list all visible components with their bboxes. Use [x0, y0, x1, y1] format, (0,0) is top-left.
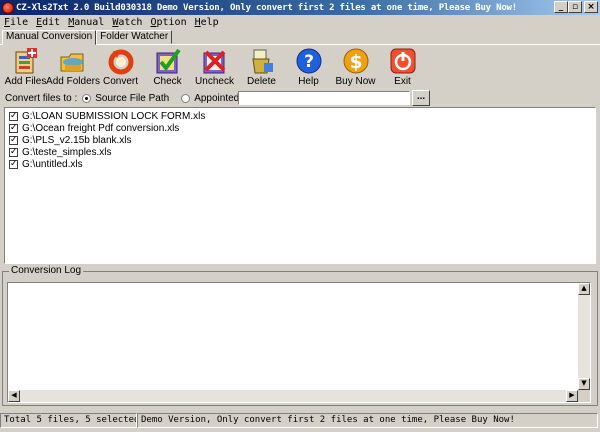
conversion-log-group: Conversion Log ▲ ▼ ◀ ▶ — [2, 265, 598, 406]
window-controls: _ ▫ × — [554, 1, 598, 13]
delete-button[interactable]: Delete — [238, 47, 285, 89]
file-name: G:\teste_simples.xls — [22, 146, 112, 158]
convert-label: Convert — [102, 76, 138, 87]
file-checkbox[interactable]: ✓ — [9, 159, 18, 169]
source-path-label: Source File Path — [95, 92, 170, 104]
menu-help[interactable]: Help — [191, 17, 223, 28]
delete-icon — [248, 47, 276, 75]
tab-manual-conversion[interactable]: Manual Conversion — [2, 30, 97, 45]
convert-icon — [107, 47, 135, 75]
add-files-icon — [12, 47, 40, 75]
scroll-right-button[interactable]: ▶ — [566, 390, 578, 402]
file-checkbox[interactable]: ✓ — [9, 111, 18, 121]
add-folders-button[interactable]: Add Folders — [46, 47, 100, 89]
add-files-label: Add Files — [4, 76, 47, 87]
status-bar: Total 5 files, 5 selected Demo Version, … — [0, 413, 600, 429]
list-item[interactable]: ✓ G:\teste_simples.xls — [9, 146, 591, 158]
conversion-log-text[interactable]: ▲ ▼ ◀ ▶ — [7, 282, 591, 403]
convert-files-label: Convert files to : — [5, 92, 78, 104]
exit-label: Exit — [394, 76, 411, 87]
tab-folder-watcher[interactable]: Folder Watcher — [96, 30, 173, 44]
menu-watch[interactable]: Watch — [108, 17, 146, 28]
close-button[interactable]: × — [584, 1, 598, 13]
window-title: CZ-Xls2Txt 2.0 Build030318 Demo Version,… — [16, 2, 517, 13]
log-horizontal-scrollbar[interactable]: ◀ ▶ — [8, 390, 578, 402]
scroll-down-button[interactable]: ▼ — [578, 378, 590, 390]
uncheck-button[interactable]: Uncheck — [191, 47, 238, 89]
conversion-log-title: Conversion Log — [9, 265, 84, 276]
scroll-corner — [578, 390, 590, 402]
file-name: G:\PLS_v2.15b blank.xls — [22, 134, 132, 146]
list-item[interactable]: ✓ G:\LOAN SUBMISSION LOCK FORM.xls — [9, 110, 591, 122]
menu-edit[interactable]: Edit — [32, 17, 64, 28]
scroll-up-button[interactable]: ▲ — [578, 283, 590, 295]
file-checkbox[interactable]: ✓ — [9, 123, 18, 133]
check-icon — [154, 47, 182, 75]
list-item[interactable]: ✓ G:\PLS_v2.15b blank.xls — [9, 134, 591, 146]
add-files-button[interactable]: Add Files — [2, 47, 49, 89]
file-checkbox[interactable]: ✓ — [9, 147, 18, 157]
file-name: G:\Ocean freight Pdf conversion.xls — [22, 122, 180, 134]
menu-file[interactable]: File — [0, 17, 32, 28]
help-label: Help — [298, 76, 319, 87]
svg-text:$: $ — [349, 51, 362, 73]
source-path-option[interactable]: Source File Path — [82, 93, 169, 104]
add-folders-icon — [59, 47, 87, 75]
list-item[interactable]: ✓ G:\untitled.xls — [9, 158, 591, 170]
file-checkbox[interactable]: ✓ — [9, 135, 18, 145]
appointed-path-input[interactable] — [238, 91, 410, 105]
svg-text:?: ? — [304, 52, 314, 72]
convert-button[interactable]: Convert — [97, 47, 144, 89]
delete-label: Delete — [247, 76, 276, 87]
file-name: G:\LOAN SUBMISSION LOCK FORM.xls — [22, 110, 206, 122]
tab-strip: Manual Conversion Folder Watcher — [2, 30, 173, 45]
toolbar: Add Files Add Folders Convert Check Unch… — [2, 47, 432, 89]
exit-button[interactable]: Exit — [379, 47, 426, 89]
status-message: Demo Version, Only convert first 2 files… — [137, 413, 598, 428]
minimize-button[interactable]: _ — [554, 1, 568, 13]
check-label: Check — [153, 76, 182, 87]
convert-options: Convert files to : Source File Path Appo… — [0, 90, 600, 106]
file-name: G:\untitled.xls — [22, 158, 83, 170]
file-list[interactable]: ✓ G:\LOAN SUBMISSION LOCK FORM.xls ✓ G:\… — [4, 107, 596, 264]
buy-now-label: Buy Now — [335, 76, 376, 87]
source-path-radio[interactable] — [82, 93, 92, 103]
exit-icon — [389, 47, 417, 75]
menu-manual[interactable]: Manual — [64, 17, 108, 28]
status-summary: Total 5 files, 5 selected — [0, 413, 137, 428]
app-icon[interactable] — [2, 1, 14, 14]
maximize-button[interactable]: ▫ — [568, 1, 582, 13]
log-vertical-scrollbar[interactable]: ▲ ▼ — [578, 283, 590, 390]
help-button[interactable]: ? Help — [285, 47, 332, 89]
menu-bar: File Edit Manual Watch Option Help — [0, 15, 600, 29]
check-button[interactable]: Check — [144, 47, 191, 89]
add-folders-label: Add Folders — [46, 76, 100, 87]
appointed-path-radio[interactable] — [181, 93, 191, 103]
browse-button[interactable]: ... — [412, 90, 430, 106]
list-item[interactable]: ✓ G:\Ocean freight Pdf conversion.xls — [9, 122, 591, 134]
buy-now-icon: $ — [342, 47, 370, 75]
uncheck-label: Uncheck — [195, 76, 234, 87]
uncheck-icon — [201, 47, 229, 75]
buy-now-button[interactable]: $ Buy Now — [332, 47, 379, 89]
title-bar[interactable]: CZ-Xls2Txt 2.0 Build030318 Demo Version,… — [0, 0, 600, 15]
menu-option[interactable]: Option — [146, 17, 190, 28]
help-icon: ? — [295, 47, 323, 75]
scroll-left-button[interactable]: ◀ — [8, 390, 20, 402]
